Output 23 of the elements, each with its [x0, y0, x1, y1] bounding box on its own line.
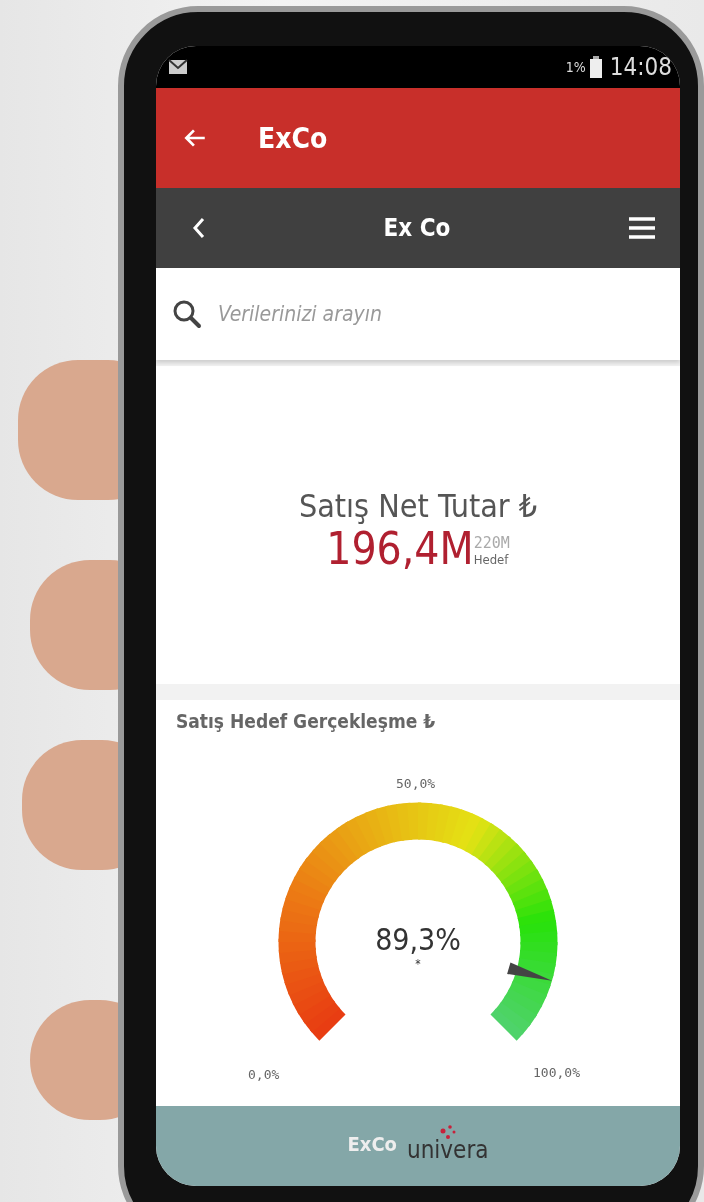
gauge-tick-label: 50,0% [396, 776, 436, 791]
chevron-left-icon[interactable] [192, 216, 206, 240]
search-icon [172, 299, 202, 329]
dots-icon [438, 1124, 457, 1140]
footer-app-name: ExCo [347, 1132, 397, 1156]
gauge-reading: 89,3% [375, 922, 461, 957]
mail-icon [168, 59, 188, 75]
status-time: 14:08 [609, 53, 672, 81]
target-label: Hedef [473, 552, 510, 568]
gauge-tick-label: 100,0% [533, 1065, 580, 1080]
kpi-value: 196,4M [326, 524, 474, 574]
menu-icon[interactable] [628, 216, 656, 240]
battery-percent: 1% [565, 59, 586, 75]
battery-icon [589, 56, 602, 78]
target-value: 220M [473, 534, 510, 553]
search-field[interactable]: Verilerinizi arayın [216, 283, 640, 345]
gauge-tick-label: 0,0% [248, 1067, 280, 1082]
gauge-footnote-mark: * [415, 957, 421, 971]
sheet-title: Ex Co [383, 214, 451, 242]
app-title: ExCo [258, 121, 328, 155]
gauge-title: Satış Hedef Gerçekleşme ₺ [175, 709, 437, 732]
brand-logo: univera [406, 1136, 489, 1164]
kpi-title: Satış Net Tutar ₺ [298, 486, 538, 525]
